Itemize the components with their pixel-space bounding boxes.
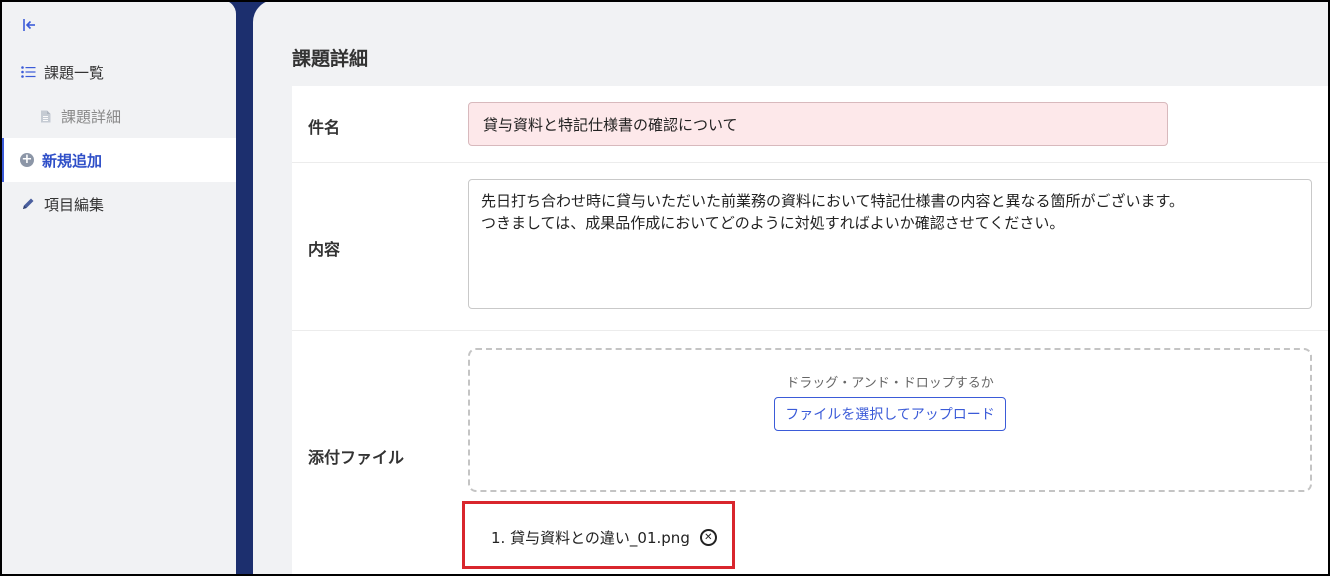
pencil-icon bbox=[20, 197, 36, 211]
attachment-label: 添付ファイル bbox=[308, 448, 405, 467]
divider bbox=[292, 330, 1330, 331]
divider bbox=[292, 162, 1330, 163]
issue-form: 件名 貸与資料と特記仕様書の確認について 内容 先日打ち合わせ時に貸与いただいた… bbox=[292, 86, 1330, 576]
sidebar-item-label: 課題詳細 bbox=[61, 107, 122, 126]
sidebar-item-edit-fields[interactable]: 項目編集 bbox=[0, 182, 236, 226]
page-title: 課題詳細 bbox=[292, 48, 369, 70]
sidebar-item-issue-detail[interactable]: 課題詳細 bbox=[0, 94, 236, 138]
content-textarea[interactable]: 先日打ち合わせ時に貸与いただいた前業務の資料において特記仕様書の内容と異なる箇所… bbox=[468, 179, 1312, 309]
main-content: 課題詳細 件名 貸与資料と特記仕様書の確認について 内容 先日打ち合わせ時に貸与… bbox=[253, 0, 1330, 576]
sidebar-item-label: 新規追加 bbox=[42, 151, 103, 170]
remove-file-icon[interactable]: ✕ bbox=[699, 529, 717, 546]
sidebar: 課題一覧 課題詳細 + 新規追加 項目編集 bbox=[0, 0, 236, 576]
sidebar-item-issue-list[interactable]: 課題一覧 bbox=[0, 50, 236, 94]
attached-file-item: 1. 貸与資料との違い_01.png ✕ bbox=[491, 527, 717, 548]
sidebar-item-new[interactable]: + 新規追加 bbox=[0, 138, 236, 182]
content-line: 先日打ち合わせ時に貸与いただいた前業務の資料において特記仕様書の内容と異なる箇所… bbox=[481, 192, 1185, 210]
sidebar-item-label: 項目編集 bbox=[44, 195, 105, 214]
subject-value: 貸与資料と特記仕様書の確認について bbox=[483, 115, 738, 134]
list-icon bbox=[20, 66, 36, 78]
subject-label: 件名 bbox=[308, 118, 341, 137]
attached-file-list: 1. 貸与資料との違い_01.png ✕ bbox=[462, 501, 735, 569]
drop-instruction: ドラッグ・アンド・ドロップするか bbox=[786, 376, 994, 391]
collapse-left-icon[interactable] bbox=[20, 16, 38, 34]
content-label: 内容 bbox=[308, 240, 341, 259]
document-icon bbox=[37, 110, 53, 123]
plus-circle-icon: + bbox=[20, 152, 34, 167]
file-dropzone[interactable]: ドラッグ・アンド・ドロップするか ファイルを選択してアップロード bbox=[468, 348, 1312, 492]
content-line: つきましては、成果品作成においてどのように対処すればよいか確認させてください。 bbox=[481, 214, 1065, 232]
subject-input[interactable]: 貸与資料と特記仕様書の確認について bbox=[468, 102, 1168, 146]
file-name[interactable]: 1. 貸与資料との違い_01.png bbox=[491, 527, 690, 548]
upload-button[interactable]: ファイルを選択してアップロード bbox=[774, 397, 1006, 431]
sidebar-item-label: 課題一覧 bbox=[44, 63, 105, 82]
